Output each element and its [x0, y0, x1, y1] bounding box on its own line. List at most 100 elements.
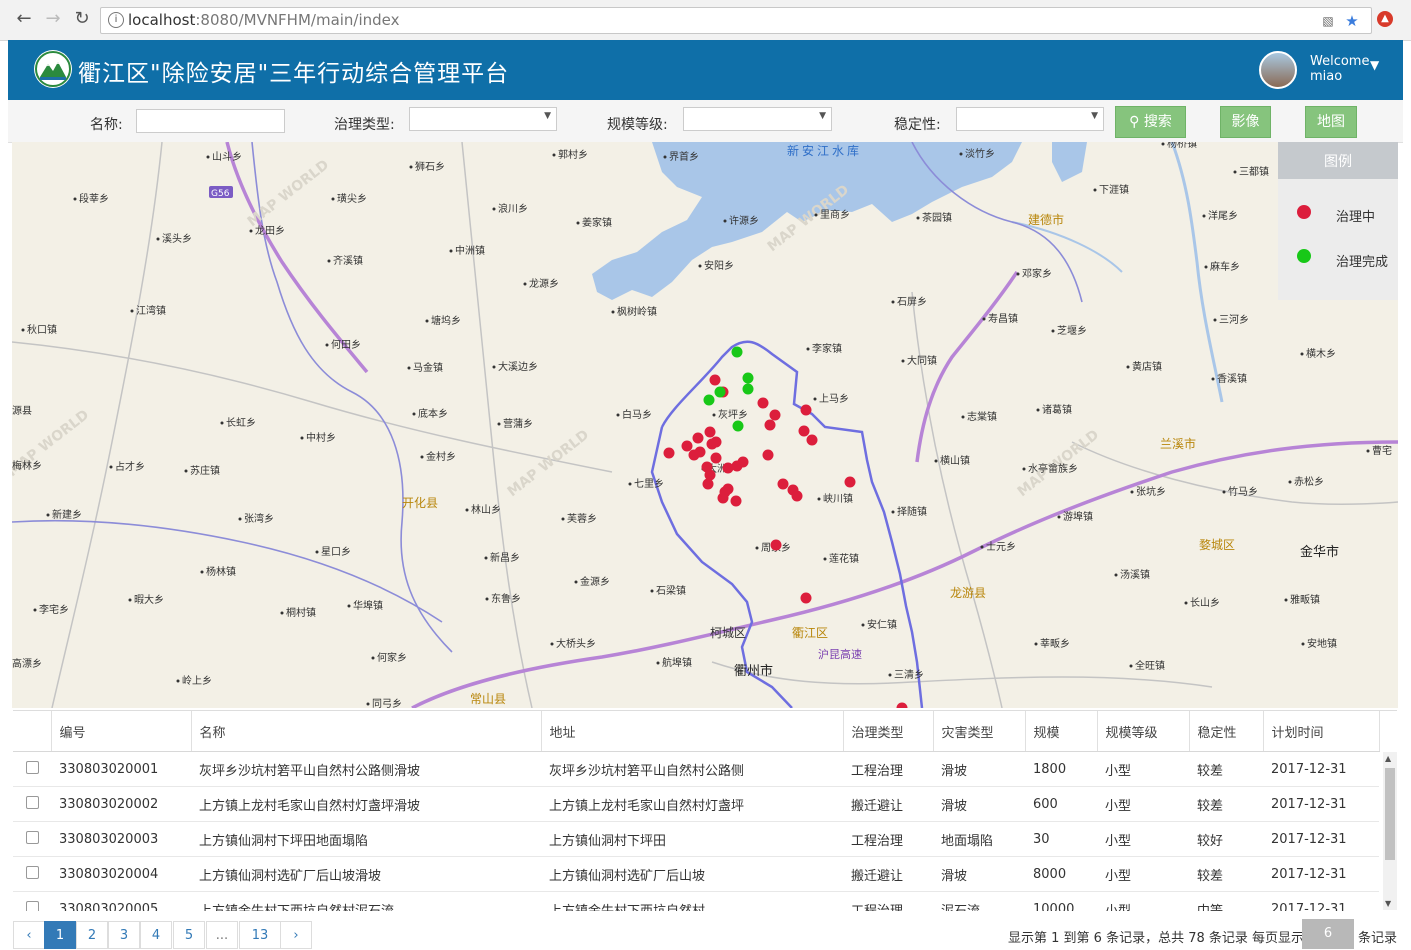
- marker-in-progress[interactable]: [791, 490, 803, 502]
- marker-in-progress[interactable]: [896, 702, 908, 709]
- translate-icon[interactable]: ▧: [1319, 12, 1337, 30]
- page-button[interactable]: 3: [108, 921, 140, 949]
- table-cell: 滑坡: [933, 856, 1025, 892]
- table-cell: 地面塌陷: [933, 821, 1025, 857]
- marker-in-progress[interactable]: [730, 495, 742, 507]
- scale-level-select[interactable]: ▼: [683, 107, 832, 131]
- table-cell: 滑坡: [933, 786, 1025, 822]
- caret-down-icon[interactable]: ▼: [1370, 58, 1379, 72]
- marker-in-progress[interactable]: [709, 374, 721, 386]
- marker-in-progress[interactable]: [757, 397, 769, 409]
- column-header[interactable]: 治理类型: [843, 711, 934, 752]
- treatment-type-select[interactable]: ▼: [409, 107, 557, 131]
- marker-in-progress[interactable]: [710, 452, 722, 464]
- url-text: localhost:8080/MVNFHM/main/index: [128, 11, 400, 29]
- marker-in-progress[interactable]: [800, 592, 812, 604]
- table-row[interactable]: 330803020003 上方镇仙洞村下坪田地面塌陷 上方镇仙洞村下坪田 工程治理 地面…: [13, 821, 1379, 857]
- table-cell: 2017-12-31: [1263, 751, 1379, 787]
- row-checkbox[interactable]: [25, 760, 39, 774]
- table-row[interactable]: 330803020004 上方镇仙洞村选矿厂后山坡滑坡 上方镇仙洞村选矿厂后山坡 搬迁…: [13, 856, 1379, 892]
- table-cell: 灰坪乡沙坑村箬平山自然村公路侧: [541, 751, 843, 787]
- marker-in-progress[interactable]: [770, 539, 782, 551]
- bookmark-star-icon[interactable]: ★: [1343, 12, 1361, 30]
- forward-arrow-icon[interactable]: →: [42, 8, 64, 30]
- column-header[interactable]: 灾害类型: [933, 711, 1026, 752]
- marker-in-progress[interactable]: [719, 486, 731, 498]
- marker-in-progress[interactable]: [692, 432, 704, 444]
- row-checkbox[interactable]: [25, 865, 39, 879]
- column-header[interactable]: 规模等级: [1097, 711, 1190, 752]
- page-info-text: 显示第 1 到第 6 条记录，总共 78 条记录 每页显示: [1008, 931, 1305, 946]
- column-header[interactable]: 地址: [541, 711, 844, 752]
- row-checkbox[interactable]: [25, 795, 39, 809]
- marker-in-progress[interactable]: [710, 436, 722, 448]
- map-markers: [663, 346, 908, 709]
- marker-in-progress[interactable]: [663, 447, 675, 459]
- page-button[interactable]: 1: [44, 921, 76, 949]
- map-view[interactable]: MAP WORLD MAP WORLD MAP WORLD MAP WORLD …: [12, 142, 1398, 708]
- row-checkbox-cell: [13, 786, 51, 822]
- table-cell: 上方镇仙洞村下坪田: [541, 821, 843, 857]
- page-button[interactable]: 2: [76, 921, 108, 949]
- row-checkbox-cell: [13, 821, 51, 857]
- table-row[interactable]: 330803020005 上方镇金牛村下西坑自然村泥石流 上方镇金牛村下西坑自然村工…: [13, 891, 1379, 911]
- page-button[interactable]: 4: [140, 921, 172, 949]
- extension-icon[interactable]: ▲: [1377, 11, 1393, 27]
- marker-in-progress[interactable]: [764, 419, 776, 431]
- marker-in-progress[interactable]: [769, 409, 781, 421]
- marker-completed[interactable]: [703, 394, 715, 406]
- marker-in-progress[interactable]: [702, 478, 714, 490]
- page-size-select[interactable]: 6: [1302, 919, 1354, 949]
- column-header[interactable]: 编号: [51, 711, 192, 752]
- user-menu[interactable]: Welcome miao: [1310, 54, 1369, 84]
- table-cell: 上方镇仙洞村下坪田地面塌陷: [191, 821, 541, 857]
- column-header[interactable]: 计划时间: [1263, 711, 1380, 752]
- marker-in-progress[interactable]: [844, 476, 856, 488]
- table-scrollbar[interactable]: ▲ ▼: [1383, 752, 1397, 910]
- marker-in-progress[interactable]: [806, 434, 818, 446]
- avatar[interactable]: [1259, 51, 1297, 89]
- marker-completed[interactable]: [731, 346, 743, 358]
- marker-in-progress[interactable]: [681, 440, 693, 452]
- search-button[interactable]: ⚲ 搜索: [1115, 106, 1186, 138]
- marker-in-progress[interactable]: [688, 449, 700, 461]
- scroll-up-icon[interactable]: ▲: [1385, 754, 1391, 763]
- name-input[interactable]: [136, 109, 285, 133]
- row-checkbox[interactable]: [25, 900, 39, 911]
- image-button[interactable]: 影像: [1220, 106, 1271, 138]
- marker-in-progress[interactable]: [800, 404, 812, 416]
- column-header[interactable]: 规模: [1025, 711, 1098, 752]
- reload-icon[interactable]: ↻: [71, 8, 93, 30]
- marker-in-progress[interactable]: [722, 462, 734, 474]
- marker-completed[interactable]: [742, 383, 754, 395]
- marker-completed[interactable]: [742, 372, 754, 384]
- marker-in-progress[interactable]: [704, 426, 716, 438]
- page-button[interactable]: 5: [173, 921, 205, 949]
- legend-label-in-progress: 治理中: [1336, 210, 1376, 225]
- dropdown-arrow-icon: ▼: [819, 111, 826, 121]
- column-header[interactable]: 稳定性: [1189, 711, 1264, 752]
- scroll-down-icon[interactable]: ▼: [1385, 899, 1391, 908]
- back-arrow-icon[interactable]: ←: [13, 8, 35, 30]
- table-cell: 1800: [1025, 751, 1097, 787]
- row-checkbox[interactable]: [25, 830, 39, 844]
- table-row[interactable]: 330803020002 上方镇上龙村毛家山自然村灯盏坪滑坡 上方镇上龙村毛家山自然…: [13, 786, 1379, 822]
- page-button[interactable]: 13: [239, 921, 281, 949]
- marker-in-progress[interactable]: [798, 425, 810, 437]
- map-button[interactable]: 地图: [1305, 106, 1357, 138]
- url-host: localhost: [128, 11, 196, 29]
- marker-completed[interactable]: [714, 386, 726, 398]
- marker-in-progress[interactable]: [777, 478, 789, 490]
- info-icon[interactable]: i: [108, 12, 124, 28]
- scrollbar-thumb[interactable]: [1385, 768, 1395, 860]
- page-ellipsis: ...: [206, 921, 238, 949]
- next-page-button[interactable]: ›: [280, 921, 312, 949]
- marker-completed[interactable]: [732, 420, 744, 432]
- prev-page-button[interactable]: ‹: [13, 921, 45, 949]
- marker-in-progress[interactable]: [762, 449, 774, 461]
- table-row[interactable]: 330803020001 灰坪乡沙坑村箬平山自然村公路侧滑坡 灰坪乡沙坑村箬平山自然…: [13, 751, 1379, 787]
- address-bar[interactable]: i localhost:8080/MVNFHM/main/index ▧ ★: [100, 7, 1372, 34]
- welcome-text: Welcome: [1310, 54, 1370, 69]
- stability-select[interactable]: ▼: [956, 107, 1104, 131]
- column-header[interactable]: 名称: [191, 711, 542, 752]
